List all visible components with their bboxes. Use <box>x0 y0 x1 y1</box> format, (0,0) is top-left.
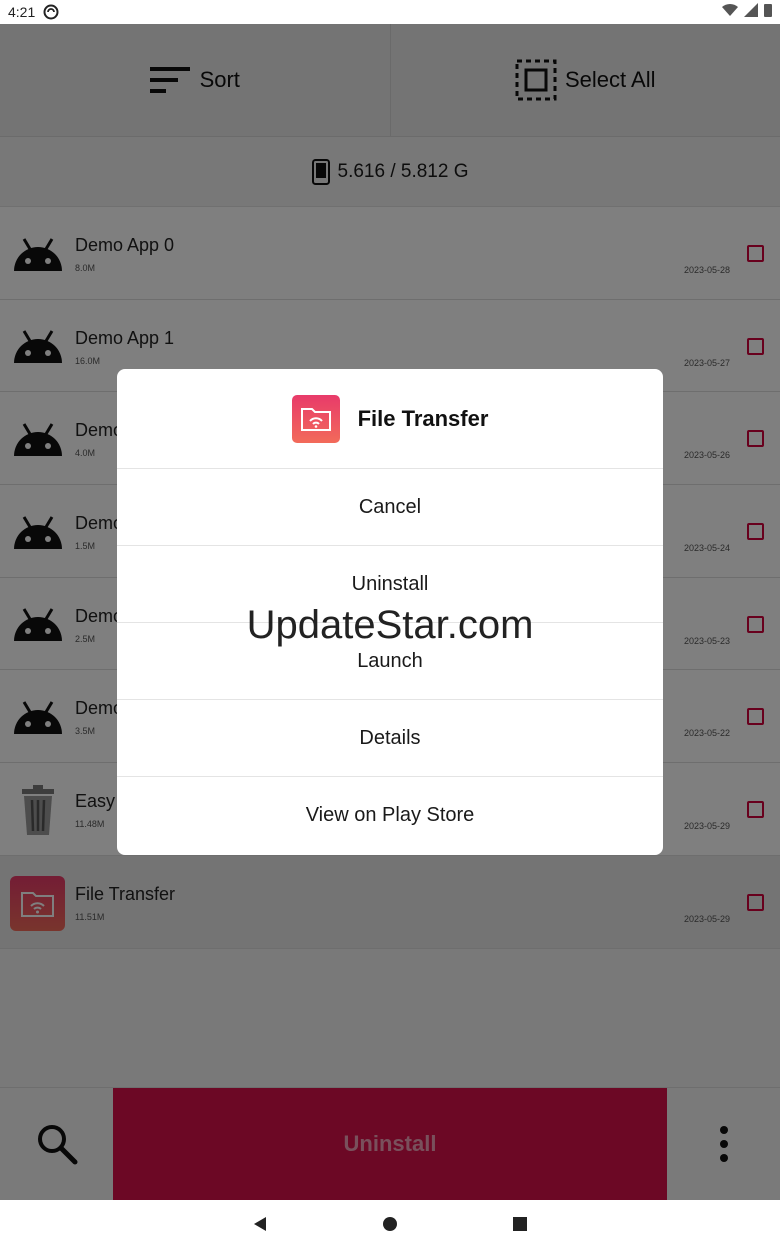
back-icon <box>254 1217 266 1231</box>
details-option[interactable]: Details <box>117 700 663 777</box>
home-icon <box>383 1217 397 1231</box>
status-time: 4:21 <box>8 4 36 20</box>
status-bar: 4:21 <box>0 0 780 24</box>
cancel-button[interactable]: Cancel <box>117 469 663 546</box>
dialog-header: File Transfer <box>117 369 663 469</box>
view-on-play-store-option[interactable]: View on Play Store <box>117 777 663 854</box>
launch-option[interactable]: Launch <box>117 623 663 700</box>
uninstall-option[interactable]: Uninstall <box>117 546 663 623</box>
system-nav-bar <box>0 1200 780 1248</box>
wifi-icon <box>722 3 738 16</box>
signal-icon <box>744 3 758 17</box>
recents-icon <box>513 1217 527 1231</box>
file-transfer-icon <box>291 394 340 443</box>
home-button[interactable] <box>375 1209 405 1239</box>
battery-icon <box>764 4 772 17</box>
back-button[interactable] <box>245 1209 275 1239</box>
sync-icon <box>43 4 59 20</box>
recents-button[interactable] <box>505 1209 535 1239</box>
app-actions-dialog: File Transfer Cancel Uninstall Launch De… <box>117 369 663 855</box>
dialog-title: File Transfer <box>357 405 489 431</box>
